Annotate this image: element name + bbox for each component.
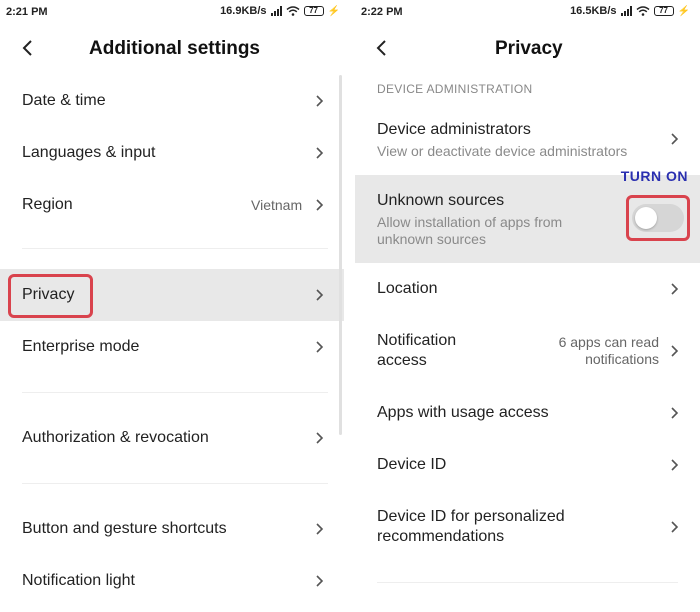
chevron-right-icon — [315, 431, 325, 445]
privacy-highlight-box — [8, 274, 93, 318]
page-title: Privacy — [495, 38, 563, 59]
chevron-right-icon — [315, 288, 325, 302]
chevron-right-icon — [315, 146, 325, 160]
notification-access-value-line2: notifications — [585, 351, 659, 367]
section-header: DEVICE ADMINISTRATION — [377, 82, 533, 96]
item-label: Device ID — [377, 456, 447, 473]
back-arrow-icon[interactable] — [372, 36, 396, 60]
settings-item-notification-access[interactable]: Notification access 6 apps can read noti… — [350, 324, 700, 380]
page-title: Additional settings — [89, 38, 260, 59]
item-label: Date & time — [22, 92, 106, 109]
chevron-right-icon — [315, 574, 325, 588]
privacy-screen: 2:22 PM 16.5KB/s 77 ⚡ Privacy DEVICE ADM… — [350, 0, 700, 612]
unknown-sources-toggle[interactable] — [632, 204, 684, 232]
item-label-line1: Notification — [377, 332, 457, 349]
settings-item-location[interactable]: Location — [350, 270, 700, 310]
battery-icon: 77 — [653, 6, 674, 16]
item-label: Location — [377, 280, 438, 297]
battery-icon: 77 — [303, 6, 324, 16]
settings-item-device-id-personalized[interactable]: Device ID for personalized recommendatio… — [350, 500, 700, 556]
settings-item-notification-light[interactable]: Notification light — [0, 559, 350, 603]
charging-icon: ⚡ — [677, 5, 690, 17]
item-label: Notification light — [22, 572, 135, 589]
back-arrow-icon[interactable] — [18, 36, 42, 60]
settings-item-authorization-revocation[interactable]: Authorization & revocation — [0, 416, 350, 460]
toolbar: Additional settings — [0, 32, 350, 68]
wifi-icon — [286, 6, 300, 16]
chevron-right-icon — [670, 282, 680, 296]
item-summary: View or deactivate device administrators — [377, 143, 628, 159]
item-label-line1: Device ID for personalized — [377, 508, 565, 525]
charging-icon: ⚡ — [327, 5, 340, 17]
status-icons: 16.5KB/s 77 ⚡ — [570, 5, 690, 17]
chevron-right-icon — [315, 94, 325, 108]
chevron-right-icon — [670, 458, 680, 472]
settings-item-languages-input[interactable]: Languages & input — [0, 131, 350, 175]
settings-item-region[interactable]: Region Vietnam — [0, 183, 350, 227]
chevron-right-icon — [670, 132, 680, 146]
settings-item-button-gesture-shortcuts[interactable]: Button and gesture shortcuts — [0, 507, 350, 551]
chevron-right-icon — [670, 344, 680, 358]
divider — [22, 483, 328, 484]
toolbar: Privacy — [350, 32, 700, 68]
item-label: Languages & input — [22, 144, 156, 161]
item-summary-line2: unknown sources — [377, 231, 486, 247]
notification-access-value-line1: 6 apps can read — [558, 334, 659, 350]
item-label: Unknown sources — [377, 192, 505, 209]
item-label-line2: recommendations — [377, 528, 505, 545]
divider — [377, 582, 678, 583]
toggle-knob — [635, 207, 657, 229]
chevron-right-icon — [670, 520, 680, 534]
additional-settings-screen: 2:21 PM 16.9KB/s 77 ⚡ Additional setting… — [0, 0, 350, 612]
item-label: Device administrators — [377, 121, 531, 138]
status-bar: 2:21 PM 16.9KB/s 77 ⚡ — [0, 0, 350, 26]
status-time: 2:22 PM — [361, 6, 403, 18]
divider — [22, 392, 328, 393]
settings-item-device-administrators[interactable]: Device administrators View or deactivate… — [350, 112, 700, 168]
chevron-right-icon — [670, 406, 680, 420]
signal-icon — [620, 6, 632, 16]
chevron-right-icon — [315, 522, 325, 536]
scrollbar[interactable] — [339, 75, 342, 435]
item-label: Region — [22, 196, 73, 213]
settings-item-date-time[interactable]: Date & time — [0, 79, 350, 123]
signal-icon — [270, 6, 282, 16]
item-label: Authorization & revocation — [22, 429, 209, 446]
divider — [22, 248, 328, 249]
chevron-right-icon — [315, 198, 325, 212]
item-label-line2: access — [377, 352, 427, 369]
status-icons: 16.9KB/s 77 ⚡ — [220, 5, 340, 17]
status-bar: 2:22 PM 16.5KB/s 77 ⚡ — [350, 0, 700, 26]
network-speed: 16.5KB/s — [570, 5, 617, 17]
network-speed: 16.9KB/s — [220, 5, 267, 17]
settings-item-device-id[interactable]: Device ID — [350, 446, 700, 486]
region-value: Vietnam — [251, 197, 303, 213]
item-label: Apps with usage access — [377, 404, 549, 421]
turn-on-annotation: TURN ON — [620, 168, 688, 184]
item-label: Button and gesture shortcuts — [22, 520, 227, 537]
settings-item-enterprise-mode[interactable]: Enterprise mode — [0, 326, 350, 370]
item-summary-line1: Allow installation of apps from — [377, 214, 563, 230]
wifi-icon — [636, 6, 650, 16]
settings-item-apps-usage-access[interactable]: Apps with usage access — [350, 394, 700, 434]
status-time: 2:21 PM — [6, 6, 48, 18]
item-label: Enterprise mode — [22, 338, 140, 355]
chevron-right-icon — [315, 340, 325, 354]
